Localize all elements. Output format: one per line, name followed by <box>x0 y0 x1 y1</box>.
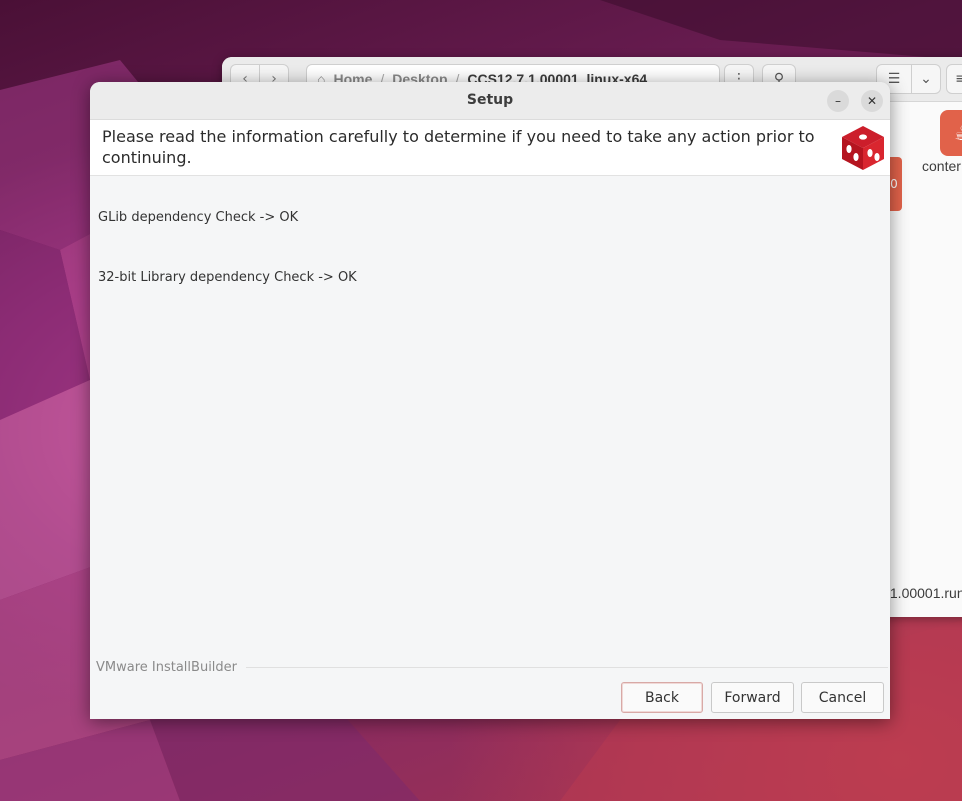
chevron-down-icon: ⌄ <box>920 71 932 87</box>
glib-check-line: GLib dependency Check -> OK <box>98 210 299 225</box>
forward-button[interactable]: Forward <box>711 682 794 713</box>
installbuilder-logo-icon <box>842 126 884 170</box>
main-menu-button[interactable]: ≡ <box>946 64 962 94</box>
lib32-check-line: 32-bit Library dependency Check -> OK <box>98 270 357 285</box>
dialog-header-panel: Please read the information carefully to… <box>90 120 890 176</box>
dialog-title: Setup <box>466 92 514 108</box>
java-file-icon[interactable]: ☕ <box>940 110 962 156</box>
header-instruction: Please read the information carefully to… <box>102 127 815 167</box>
setup-dialog: Setup – ✕ Please read the information ca… <box>90 82 890 719</box>
view-options-button[interactable]: ⌄ <box>911 64 941 94</box>
cancel-button[interactable]: Cancel <box>801 682 884 713</box>
brand-label: VMware InstallBuilder <box>96 660 238 675</box>
close-icon: ✕ <box>866 94 878 108</box>
file-label[interactable]: conter <box>922 158 961 174</box>
partial-file-text: 0 <box>890 177 898 191</box>
close-button[interactable]: ✕ <box>861 90 883 112</box>
back-button[interactable]: Back <box>621 682 703 713</box>
dialog-titlebar[interactable]: Setup – ✕ <box>90 82 890 120</box>
run-file-label[interactable]: .1.00001.run <box>886 585 962 601</box>
minimize-icon: – <box>835 94 841 108</box>
hamburger-menu-icon: ≡ <box>955 71 962 87</box>
desktop-background: ‹ › ⌂ Home / Desktop / CCS12.7.1.00001_l… <box>0 0 962 801</box>
minimize-button[interactable]: – <box>827 90 849 112</box>
brand-divider <box>246 667 888 668</box>
